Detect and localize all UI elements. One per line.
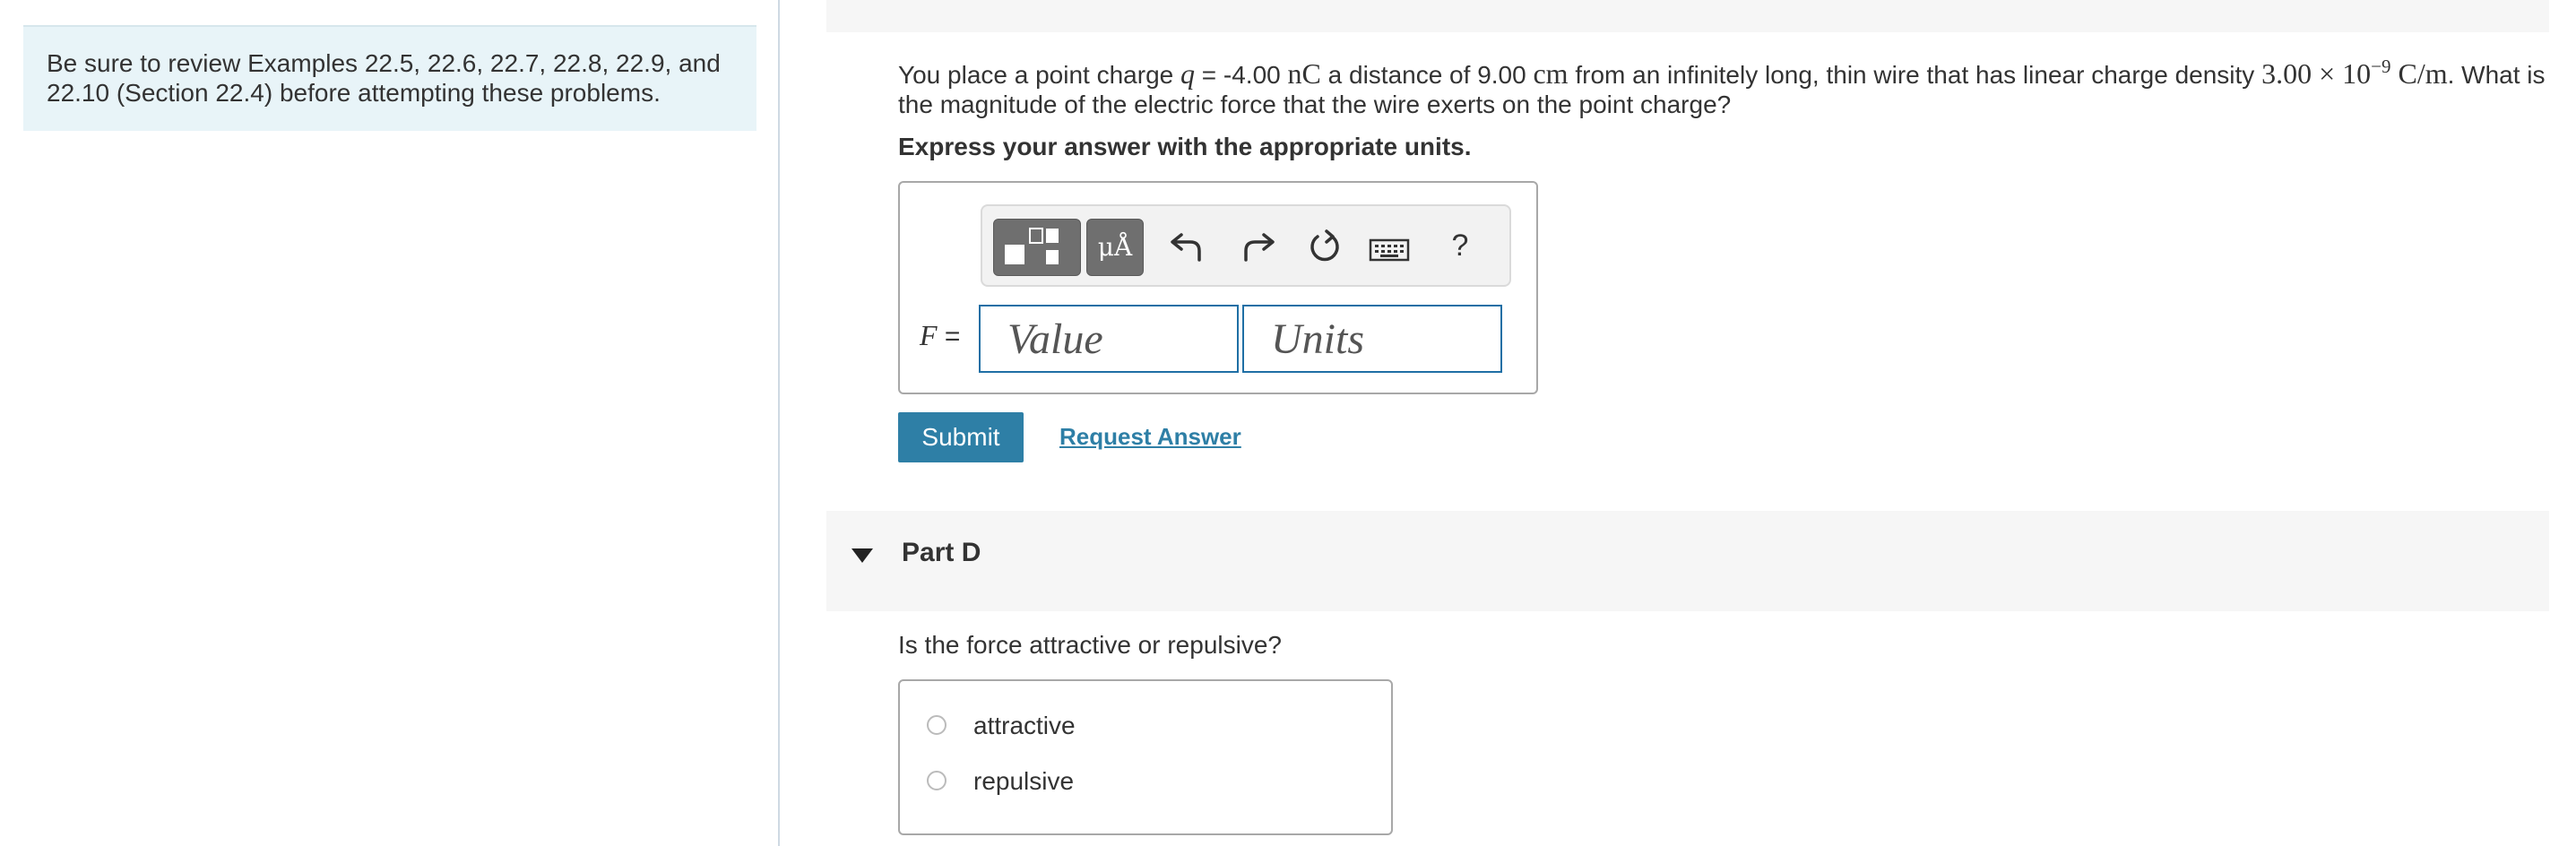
keyboard-button[interactable] bbox=[1368, 224, 1413, 271]
units-symbols-button[interactable]: μÅ bbox=[1086, 219, 1144, 276]
value-input[interactable] bbox=[979, 305, 1239, 373]
question-text: You place a point charge q = -4.00 nC a … bbox=[898, 52, 2547, 119]
density-exponent: −9 bbox=[2371, 56, 2391, 77]
units-input[interactable] bbox=[1242, 305, 1502, 373]
unit-cm: cm bbox=[1533, 57, 1569, 90]
request-answer-link[interactable]: Request Answer bbox=[1059, 423, 1241, 451]
force-variable: F bbox=[920, 319, 938, 351]
math-toolbar: μÅ ? bbox=[981, 204, 1511, 287]
question-text-part-2: = -4.00 bbox=[1195, 61, 1288, 89]
answer-box: μÅ ? F = Value Units bbox=[898, 181, 1538, 394]
density-value: 3.00 × 10 bbox=[2261, 57, 2372, 90]
review-note-line-1: Be sure to review Examples 22.5, 22.6, 2… bbox=[47, 49, 721, 77]
review-note-line-2: 22.10 (Section 22.4) before attempting t… bbox=[47, 79, 661, 107]
force-label: F = bbox=[920, 319, 960, 352]
templates-icon bbox=[1005, 228, 1059, 264]
unit-nC: nC bbox=[1287, 57, 1321, 90]
redo-icon bbox=[1244, 233, 1275, 262]
templates-button[interactable] bbox=[993, 219, 1081, 276]
undo-button[interactable] bbox=[1169, 224, 1208, 271]
reset-button[interactable] bbox=[1305, 224, 1344, 271]
radio-attractive[interactable] bbox=[927, 715, 947, 735]
help-button[interactable]: ? bbox=[1447, 222, 1474, 269]
answer-instruction: Express your answer with the appropriate… bbox=[898, 133, 1472, 160]
review-note: Be sure to review Examples 22.5, 22.6, 2… bbox=[23, 25, 756, 131]
charge-symbol: q bbox=[1180, 57, 1195, 90]
question-text-part-3: a distance of 9.00 bbox=[1320, 61, 1534, 89]
top-strip bbox=[826, 0, 2549, 32]
column-divider bbox=[778, 0, 780, 846]
caret-down-icon bbox=[851, 548, 873, 563]
redo-button[interactable] bbox=[1237, 224, 1276, 271]
page: Be sure to review Examples 22.5, 22.6, 2… bbox=[0, 0, 2576, 846]
question-text-part-4: from an infinitely long, thin wire that … bbox=[1568, 61, 2262, 89]
units-symbols-label: μÅ bbox=[1097, 232, 1133, 262]
part-d-title: Part D bbox=[902, 538, 981, 567]
reset-icon bbox=[1310, 229, 1339, 262]
options-box: attractive repulsive bbox=[898, 679, 1393, 835]
submit-button[interactable]: Submit bbox=[898, 412, 1024, 462]
radio-repulsive[interactable] bbox=[927, 771, 947, 790]
question-text-part-1: You place a point charge bbox=[898, 61, 1180, 89]
option-attractive-label: attractive bbox=[973, 712, 1076, 739]
equals-sign: = bbox=[937, 322, 961, 351]
keyboard-icon bbox=[1369, 238, 1410, 262]
density-unit: C/m bbox=[2390, 57, 2448, 90]
undo-icon bbox=[1171, 233, 1201, 262]
part-d-header[interactable]: Part D bbox=[826, 511, 2549, 611]
part-d-question: Is the force attractive or repulsive? bbox=[898, 631, 1282, 659]
option-repulsive-label: repulsive bbox=[973, 767, 1075, 795]
